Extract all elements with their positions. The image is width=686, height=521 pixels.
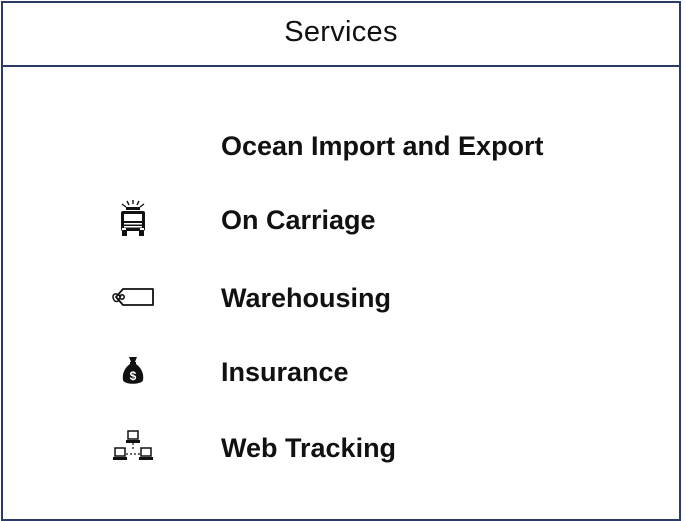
panel-header: Services <box>3 3 679 67</box>
service-label[interactable]: Insurance <box>221 357 349 388</box>
service-label[interactable]: Ocean Import and Export <box>221 131 544 162</box>
tag-icon <box>111 277 155 317</box>
services-panel: Services Ocean Import and Export On Carr… <box>1 1 681 521</box>
service-label[interactable]: Warehousing <box>221 283 391 314</box>
service-item-insurance[interactable]: $ Insurance <box>3 351 679 391</box>
service-item-web-tracking[interactable]: Web Tracking <box>3 427 679 467</box>
service-item-warehousing[interactable]: Warehousing <box>3 277 679 317</box>
network-icon <box>111 427 155 467</box>
svg-text:$: $ <box>130 369 137 383</box>
service-label[interactable]: Web Tracking <box>221 433 396 464</box>
money-bag-icon: $ <box>111 351 155 391</box>
service-item-ocean-import-export[interactable]: Ocean Import and Export <box>3 125 679 165</box>
fire-truck-icon <box>111 199 155 239</box>
service-item-on-carriage[interactable]: On Carriage <box>3 199 679 239</box>
service-label[interactable]: On Carriage <box>221 205 376 236</box>
panel-title: Services <box>284 15 398 48</box>
